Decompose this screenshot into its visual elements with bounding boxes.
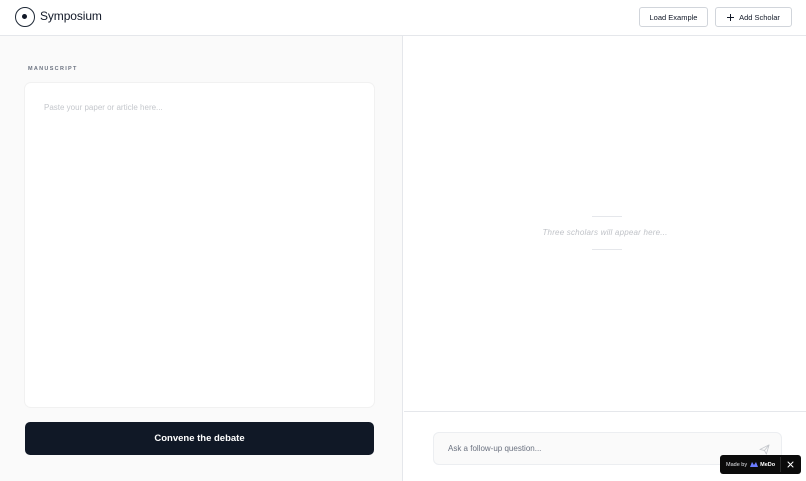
empty-state-text: Three scholars will appear here... bbox=[542, 228, 668, 237]
manuscript-textarea[interactable] bbox=[25, 83, 374, 407]
circle-dot-icon bbox=[15, 7, 35, 27]
empty-state: Three scholars will appear here... bbox=[404, 216, 806, 250]
send-icon[interactable] bbox=[759, 444, 770, 455]
convene-debate-button[interactable]: Convene the debate bbox=[25, 422, 374, 455]
made-by-label: Made by bbox=[726, 461, 748, 468]
load-example-label: Load Example bbox=[649, 12, 698, 22]
divider-bottom bbox=[592, 249, 622, 250]
add-scholar-button[interactable]: Add Scholar bbox=[715, 7, 792, 27]
close-icon[interactable] bbox=[786, 460, 795, 469]
brand-mark-icon bbox=[750, 462, 759, 467]
app-header: Symposium Load Example Add Scholar bbox=[0, 0, 806, 36]
manuscript-section-label: MANUSCRIPT bbox=[28, 66, 78, 72]
brand-name: MeDo bbox=[760, 461, 776, 468]
app-title: Symposium bbox=[40, 9, 102, 23]
divider-top bbox=[592, 216, 622, 217]
made-by-badge[interactable]: Made by MeDo bbox=[720, 455, 801, 474]
brand-logo: MeDo bbox=[750, 462, 775, 468]
badge-divider bbox=[780, 457, 781, 472]
manuscript-pane: MANUSCRIPT Convene the debate bbox=[0, 36, 403, 481]
load-example-button[interactable]: Load Example bbox=[639, 7, 708, 27]
add-scholar-label: Add Scholar bbox=[739, 12, 780, 22]
debate-pane: Three scholars will appear here... bbox=[404, 36, 806, 481]
logo-dot bbox=[22, 14, 27, 19]
plus-icon bbox=[727, 13, 735, 21]
